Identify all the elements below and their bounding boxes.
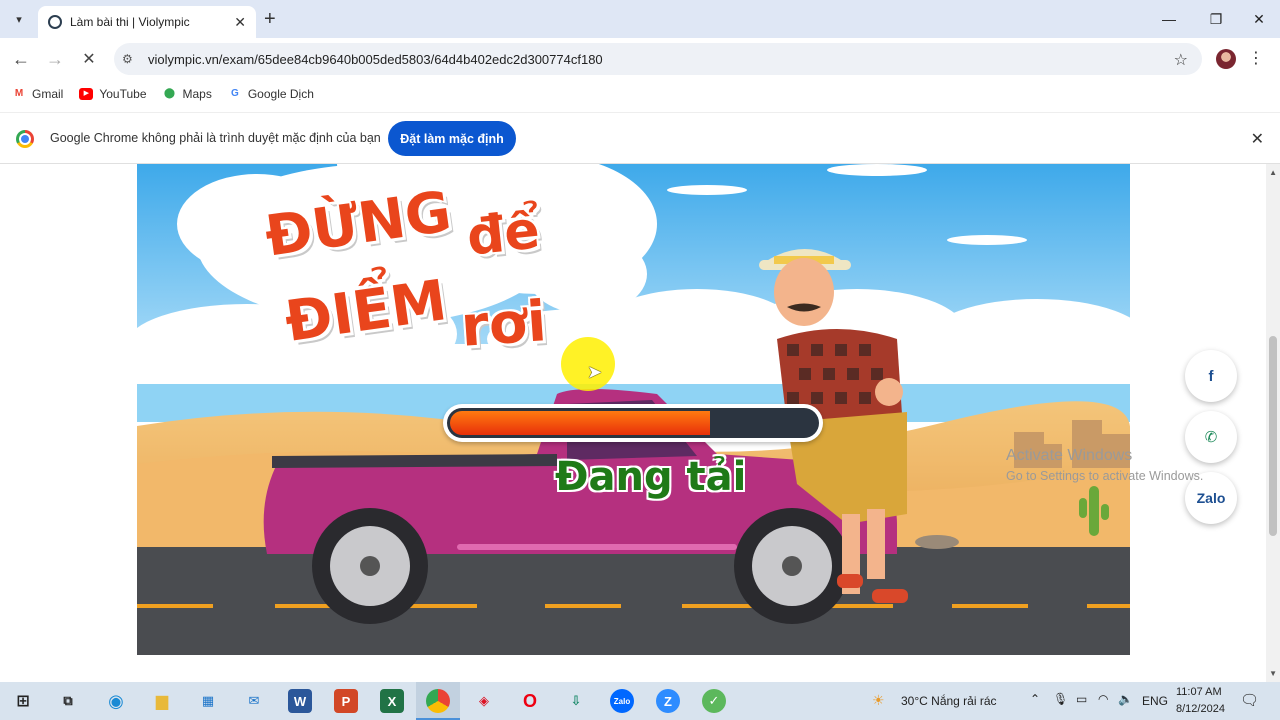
back-button[interactable]: ← <box>8 46 34 72</box>
scroll-down-icon[interactable]: ▼ <box>1269 669 1277 678</box>
zoom-icon[interactable]: Z <box>656 689 680 713</box>
browser-tab[interactable]: Làm bài thi | Violympic ✕ <box>38 6 256 38</box>
facebook-icon: f <box>1208 367 1214 385</box>
phone-icon: ✆ <box>1204 429 1218 446</box>
infobar-message: Google Chrome không phải là trình duyệt … <box>50 131 381 145</box>
loading-progress-bar <box>443 404 823 442</box>
bookmark-label: Google Dịch <box>247 87 314 101</box>
gmail-icon: M <box>14 88 24 99</box>
scroll-up-icon[interactable]: ▲ <box>1269 168 1277 177</box>
language-indicator[interactable]: ENG <box>1142 694 1168 708</box>
chrome-logo-icon <box>16 130 34 148</box>
clock-date[interactable]: 8/12/2024 <box>1176 703 1225 715</box>
headline-word-2: để <box>464 200 543 268</box>
new-tab-button[interactable]: + <box>264 8 276 30</box>
site-info-icon[interactable]: ⚙ <box>122 52 144 66</box>
activate-windows-watermark: Activate Windows Go to Settings to activ… <box>1006 447 1203 483</box>
close-tab-icon[interactable]: ✕ <box>234 14 246 31</box>
progress-fill <box>450 411 710 435</box>
page-content: ĐỪNG để ĐIỂM rơi Đang tải ➤ f ✆ Zalo <box>0 164 1266 682</box>
headline-word-4: rơi <box>458 289 549 360</box>
battery-icon[interactable]: ▭ <box>1076 692 1087 706</box>
violympic-favicon-icon <box>48 15 62 29</box>
watermark-title: Activate Windows <box>1006 447 1133 464</box>
close-infobar-icon[interactable]: ✕ <box>1251 129 1264 149</box>
edge-icon[interactable]: ◉ <box>104 689 128 713</box>
bookmark-star-icon[interactable]: ☆ <box>1174 50 1188 70</box>
bookmark-label: YouTube <box>99 87 147 101</box>
progress-track <box>447 408 819 438</box>
clock-time[interactable]: 11:07 AM <box>1176 686 1222 698</box>
bookmark-google-translate[interactable]: G Google Dịch <box>228 87 314 101</box>
loading-label: Đang tải <box>555 454 747 500</box>
set-default-button[interactable]: Đặt làm mặc định <box>388 121 516 156</box>
page-scrollbar[interactable]: ▲ ▼ <box>1266 164 1280 682</box>
file-explorer-icon[interactable]: ▆ <box>150 689 174 713</box>
task-view-icon[interactable]: ⧉ <box>56 689 80 713</box>
profile-avatar[interactable] <box>1216 49 1236 69</box>
bookmark-label: Maps <box>182 87 212 101</box>
address-bar[interactable]: ⚙ violympic.vn/exam/65dee84cb9640b005ded… <box>114 43 1202 75</box>
bookmarks-bar: M Gmail ▶ YouTube ⬤ Maps G Google Dịch <box>0 80 1280 108</box>
tray-chevron-icon[interactable]: ⌃ <box>1030 692 1040 706</box>
url-text: violympic.vn/exam/65dee84cb9640b005ded58… <box>148 51 603 67</box>
watermark-subtitle: Go to Settings to activate Windows. <box>1006 469 1204 483</box>
powerpoint-icon[interactable]: P <box>334 689 358 713</box>
youtube-icon: ▶ <box>79 88 94 100</box>
zalo-taskbar-icon[interactable]: Zalo <box>610 689 634 713</box>
scroll-thumb[interactable] <box>1269 336 1277 536</box>
bookmark-label: Gmail <box>32 87 64 101</box>
forward-button[interactable]: → <box>42 46 68 72</box>
windows-taskbar: ⊞ ⧉ ◉ ▆ ▦ ✉ W P X ◈ O ⇩ Zalo Z ✓ ☀ 30°C … <box>0 682 1280 720</box>
download-app-icon[interactable]: ⇩ <box>564 689 588 713</box>
tab-strip: ▾ Làm bài thi | Violympic ✕ + — ❐ ✕ <box>0 0 1280 38</box>
chevron-down-icon: ▾ <box>16 13 22 26</box>
weather-text[interactable]: 30°C Nắng rải rác <box>901 694 997 708</box>
excel-icon[interactable]: X <box>380 689 404 713</box>
microphone-icon[interactable]: 🎙 <box>1053 692 1068 706</box>
game-loading-screen: ĐỪNG để ĐIỂM rơi Đang tải ➤ <box>137 164 1130 655</box>
notification-icon[interactable]: 🗨 <box>1240 691 1259 709</box>
volume-icon[interactable]: 🔈 <box>1118 692 1133 706</box>
browser-toolbar: ← → ✕ ⚙ violympic.vn/exam/65dee84cb9640b… <box>0 38 1280 80</box>
stop-loading-button[interactable]: ✕ <box>76 46 102 72</box>
menu-kebab-icon[interactable]: ⋮ <box>1248 48 1264 68</box>
windows-start-icon[interactable]: ⊞ <box>11 689 35 713</box>
default-browser-infobar: Google Chrome không phải là trình duyệt … <box>0 112 1280 164</box>
weather-icon: ☀ <box>872 692 885 708</box>
maximize-button[interactable]: ❐ <box>1193 0 1239 38</box>
chrome-taskbar-icon[interactable] <box>426 689 450 713</box>
bookmark-youtube[interactable]: ▶ YouTube <box>79 87 147 101</box>
zalo-label: Zalo <box>1196 490 1226 506</box>
bookmark-maps[interactable]: ⬤ Maps <box>163 87 212 101</box>
translate-icon: G <box>230 88 239 99</box>
opera-icon[interactable]: O <box>518 689 542 713</box>
app-green-icon[interactable]: ✓ <box>702 689 726 713</box>
mail-icon[interactable]: ✉ <box>242 689 266 713</box>
word-icon[interactable]: W <box>288 689 312 713</box>
wifi-icon[interactable]: ◠ <box>1098 692 1108 706</box>
store-icon[interactable]: ▦ <box>196 689 220 713</box>
mouse-cursor-icon: ➤ <box>587 362 603 382</box>
tab-search-button[interactable]: ▾ <box>8 8 30 30</box>
maps-icon: ⬤ <box>163 88 176 99</box>
bookmark-gmail[interactable]: M Gmail <box>12 87 64 101</box>
tab-title: Làm bài thi | Violympic <box>70 15 190 29</box>
app-icon[interactable]: ◈ <box>472 689 496 713</box>
minimize-button[interactable]: — <box>1146 0 1192 38</box>
facebook-share-button[interactable]: f <box>1185 350 1237 402</box>
close-window-button[interactable]: ✕ <box>1236 0 1280 38</box>
